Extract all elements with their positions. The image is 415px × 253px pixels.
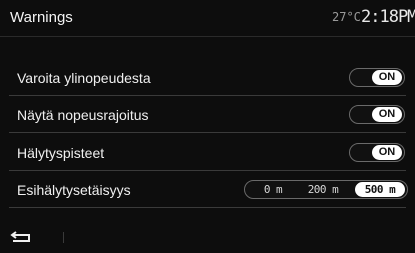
speed-warning-toggle[interactable]: ON — [349, 68, 405, 87]
row-divider — [9, 170, 406, 171]
setting-row-show-speed-limit[interactable]: Näytä nopeusrajoitus ON — [0, 102, 415, 128]
setting-label: Hälytyspisteet — [17, 145, 105, 161]
distance-option-0m[interactable]: 0 m — [253, 182, 293, 197]
toggle-state: ON — [372, 70, 402, 85]
setting-label: Näytä nopeusrajoitus — [17, 107, 149, 123]
row-divider — [9, 207, 406, 208]
back-arrow-icon — [10, 231, 30, 242]
temperature-readout: 27°C — [332, 10, 361, 24]
setting-label: Esihälytysetäisyys — [17, 182, 131, 198]
prealert-distance-selector[interactable]: 0 m 200 m 500 m — [244, 180, 408, 199]
setting-row-prealert-distance: Esihälytysetäisyys 0 m 200 m 500 m — [0, 177, 415, 203]
header-bar: Warnings 27°C 2:18PM — [0, 0, 415, 37]
toggle-state: ON — [372, 145, 402, 160]
setting-row-alert-points[interactable]: Hälytyspisteet ON — [0, 140, 415, 166]
setting-row-speed-warning[interactable]: Varoita ylinopeudesta ON — [0, 65, 415, 91]
clock: 2:18PM — [361, 7, 415, 27]
alert-points-toggle[interactable]: ON — [349, 143, 405, 162]
distance-option-200m[interactable]: 200 m — [299, 182, 347, 197]
row-divider — [9, 95, 406, 96]
row-divider — [9, 132, 406, 133]
footer-separator — [63, 232, 64, 243]
page-title: Warnings — [10, 9, 73, 26]
back-button[interactable] — [7, 226, 35, 248]
toggle-state: ON — [372, 107, 402, 122]
footer-bar — [0, 220, 415, 253]
distance-option-500m[interactable]: 500 m — [355, 182, 405, 197]
warnings-screen: Warnings 27°C 2:18PM Varoita ylinopeudes… — [0, 0, 415, 253]
show-speed-limit-toggle[interactable]: ON — [349, 105, 405, 124]
setting-label: Varoita ylinopeudesta — [17, 70, 151, 86]
